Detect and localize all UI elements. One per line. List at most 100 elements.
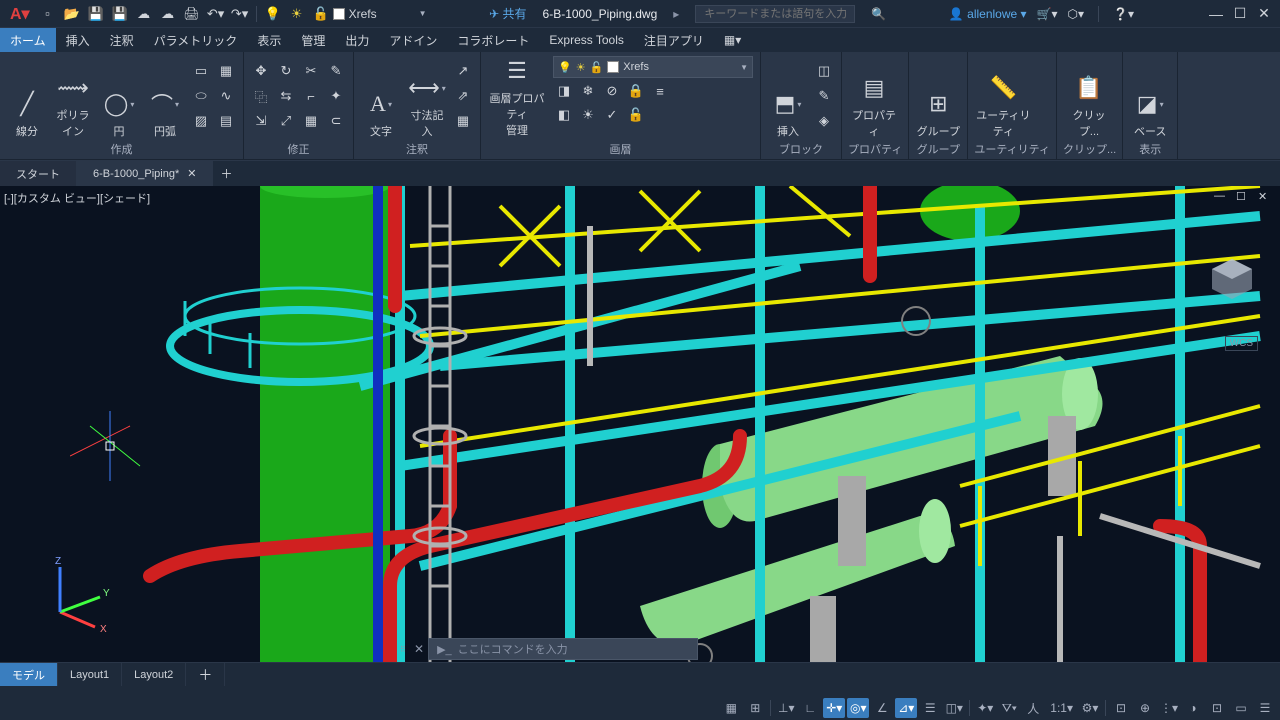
- stretch-icon[interactable]: ⇲: [250, 110, 272, 132]
- line-button[interactable]: ╱線分: [6, 56, 48, 139]
- layout-tab-model[interactable]: モデル: [0, 663, 58, 686]
- rotate-icon[interactable]: ↻: [275, 60, 297, 82]
- layer-thaw-icon[interactable]: ☀: [577, 104, 599, 126]
- polyline-button[interactable]: ⟿ポリライン: [52, 56, 94, 139]
- group-button[interactable]: ⊞グループ: [915, 56, 961, 139]
- layer-unlock-icon[interactable]: 🔓: [625, 104, 647, 126]
- panel-viewbase-label[interactable]: 表示: [1129, 139, 1171, 157]
- viewport-label[interactable]: [-][カスタム ビュー][シェード]: [4, 190, 150, 206]
- panel-utilities-label[interactable]: ユーティリティ: [974, 139, 1050, 157]
- status-isolate-icon[interactable]: ◑: [1182, 698, 1204, 718]
- rect-icon[interactable]: ▭: [190, 60, 212, 82]
- status-osnap-icon[interactable]: ◎▾: [847, 698, 869, 718]
- table2-icon[interactable]: ▦: [452, 110, 474, 132]
- file-tab-current[interactable]: 6-B-1000_Piping*✕: [77, 161, 213, 186]
- measure-button[interactable]: 📏ユーティリティ: [974, 56, 1032, 139]
- vp-maximize-icon[interactable]: ☐: [1236, 190, 1252, 206]
- share-link[interactable]: ✈ 共有: [489, 5, 526, 22]
- new-icon[interactable]: ▫: [39, 5, 57, 23]
- redo-icon[interactable]: ↷▾: [231, 5, 249, 23]
- array-icon[interactable]: ▦: [300, 110, 322, 132]
- help-icon[interactable]: ❔▾: [1113, 7, 1134, 21]
- region-icon[interactable]: ▨: [190, 110, 212, 132]
- close-button[interactable]: ✕: [1252, 2, 1276, 26]
- tab-express[interactable]: Express Tools: [539, 28, 633, 52]
- mirror-icon[interactable]: ⇆: [275, 85, 297, 107]
- spline-icon[interactable]: ∿: [215, 85, 237, 107]
- layer-props-button[interactable]: ☰画層プロパティ 管理: [487, 56, 547, 138]
- tab-insert[interactable]: 挿入: [56, 28, 100, 52]
- text-button[interactable]: A▾文字: [360, 56, 402, 139]
- status-lwt-icon[interactable]: ☰: [919, 698, 941, 718]
- status-3dosnap-icon[interactable]: ∠: [871, 698, 893, 718]
- panel-clipboard-label[interactable]: クリップ...: [1063, 139, 1116, 157]
- command-line[interactable]: ▶_ ここにコマンドを入力: [428, 638, 698, 660]
- layer-iso-icon[interactable]: ◨: [553, 80, 575, 102]
- lock-icon[interactable]: 🔓: [312, 5, 330, 23]
- vp-close-icon[interactable]: ✕: [1258, 190, 1274, 206]
- tab-collaborate[interactable]: コラボレート: [447, 28, 539, 52]
- cmdline-grip-icon[interactable]: ⠿: [400, 648, 410, 651]
- status-hardware-icon[interactable]: ⊡: [1206, 698, 1228, 718]
- status-gear-icon[interactable]: ⚙▾: [1079, 698, 1101, 718]
- viewcube[interactable]: [1204, 251, 1260, 307]
- saveas-icon[interactable]: 💾: [111, 5, 129, 23]
- explode-icon[interactable]: ✦: [325, 85, 347, 107]
- tab-parametric[interactable]: パラメトリック: [144, 28, 248, 52]
- minimize-button[interactable]: —: [1204, 2, 1228, 26]
- fillet-icon[interactable]: ⌐: [300, 85, 322, 107]
- plot-icon[interactable]: 🖨: [183, 5, 201, 23]
- block-attr-icon[interactable]: ◈: [813, 110, 835, 132]
- panel-properties-label[interactable]: プロパティ: [848, 139, 902, 157]
- ellipse-icon[interactable]: ⬭: [190, 85, 212, 107]
- wcs-label[interactable]: WCS: [1225, 336, 1258, 351]
- save-icon[interactable]: 💾: [87, 5, 105, 23]
- status-snap-icon[interactable]: ⊥▾: [775, 698, 797, 718]
- qat-layer-name[interactable]: Xrefs: [349, 7, 377, 21]
- status-transparency-icon[interactable]: ◫▾: [943, 698, 965, 718]
- layout-tab-2[interactable]: Layout2: [122, 663, 186, 686]
- panel-layers-label[interactable]: 画層: [487, 139, 754, 157]
- block-edit-icon[interactable]: ✎: [813, 85, 835, 107]
- status-monitor-icon[interactable]: ⊕: [1134, 698, 1156, 718]
- panel-create-label[interactable]: 作成: [6, 139, 237, 157]
- layout-tab-1[interactable]: Layout1: [58, 663, 122, 686]
- layer-combo[interactable]: 💡 ☀ 🔓 Xrefs ▼: [553, 56, 753, 78]
- tab-extra-icon[interactable]: ▦▾: [714, 28, 751, 52]
- layer-match-icon[interactable]: ≡: [649, 80, 671, 102]
- maximize-button[interactable]: ☐: [1228, 2, 1252, 26]
- hatch-icon[interactable]: ▦: [215, 60, 237, 82]
- status-otrack-icon[interactable]: ⊿▾: [895, 698, 917, 718]
- layer-on-icon[interactable]: ✓: [601, 104, 623, 126]
- erase-icon[interactable]: ✎: [325, 60, 347, 82]
- tab-output[interactable]: 出力: [335, 28, 379, 52]
- panel-group-label[interactable]: グループ: [915, 139, 961, 157]
- copy-icon[interactable]: ⿻: [250, 85, 272, 107]
- tab-view[interactable]: 表示: [247, 28, 291, 52]
- status-ws-icon[interactable]: ⊡: [1110, 698, 1132, 718]
- cart-icon[interactable]: 🛒▾: [1037, 7, 1058, 21]
- table-icon[interactable]: ▤: [215, 110, 237, 132]
- layer-uniso-icon[interactable]: ◧: [553, 104, 575, 126]
- status-ortho-icon[interactable]: ∟: [799, 698, 821, 718]
- saveweb-icon[interactable]: ☁: [135, 5, 153, 23]
- layout-tab-add[interactable]: ＋: [186, 663, 225, 686]
- status-clean-icon[interactable]: ▭: [1230, 698, 1252, 718]
- arc-button[interactable]: ⌒▾円弧: [144, 56, 186, 139]
- properties-button[interactable]: ▤プロパティ: [848, 56, 900, 139]
- scale-icon[interactable]: ⤢: [275, 110, 297, 132]
- tab-addins[interactable]: アドイン: [379, 28, 447, 52]
- status-units-icon[interactable]: ⋮▾: [1158, 698, 1180, 718]
- search-icon[interactable]: 🔍: [871, 7, 886, 21]
- openweb-icon[interactable]: ☁: [159, 5, 177, 23]
- status-customize-icon[interactable]: ☰: [1254, 698, 1276, 718]
- undo-icon[interactable]: ↶▾: [207, 5, 225, 23]
- app-home-icon[interactable]: ⬡▾: [1068, 7, 1085, 21]
- status-annoscale-icon[interactable]: 人: [1022, 698, 1044, 718]
- panel-modify-label[interactable]: 修正: [250, 139, 347, 157]
- close-tab-icon[interactable]: ✕: [187, 167, 196, 180]
- offset-icon[interactable]: ⊂: [325, 110, 347, 132]
- file-tab-add[interactable]: ＋: [213, 161, 239, 186]
- cmdline-close-icon[interactable]: ✕: [414, 642, 424, 656]
- vp-minimize-icon[interactable]: —: [1214, 190, 1230, 206]
